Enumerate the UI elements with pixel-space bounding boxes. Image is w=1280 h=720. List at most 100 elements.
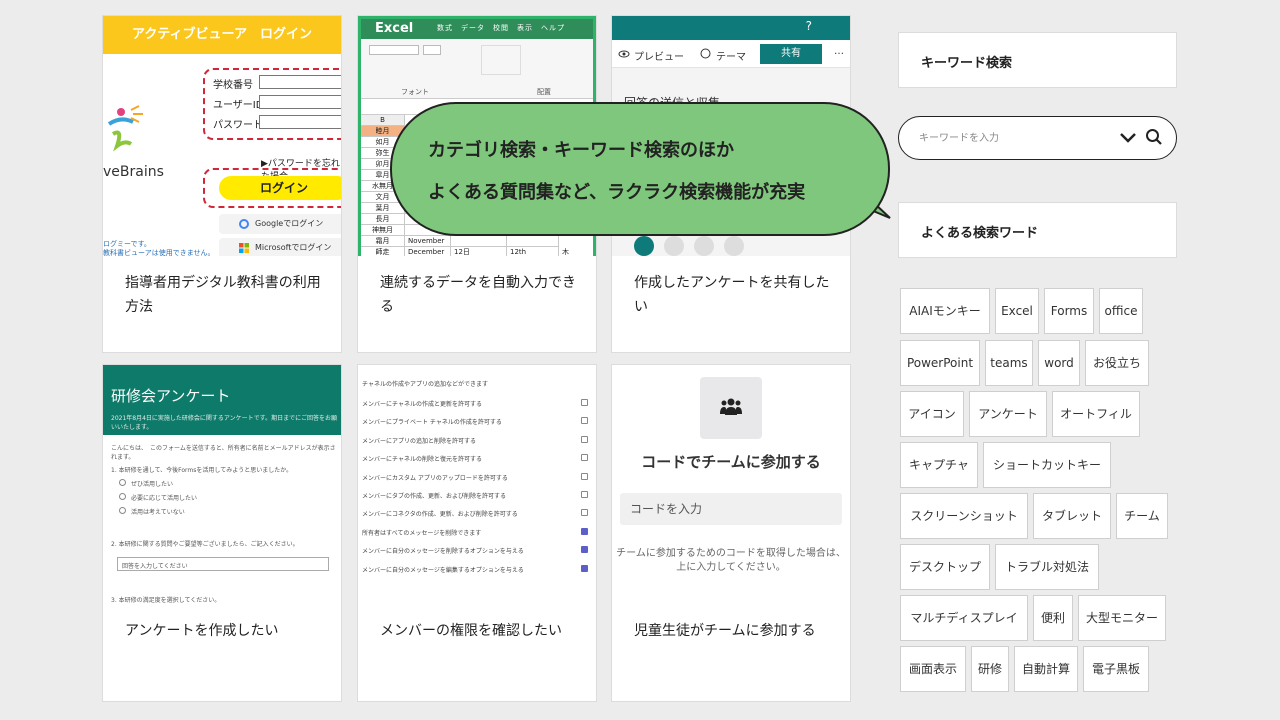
share-option-embed xyxy=(694,236,714,256)
thumbnail-join-team: コードでチームに参加する コードを入力 チームに参加するためのコードを取得した場… xyxy=(612,365,850,605)
tag-desktop[interactable]: デスクトップ xyxy=(900,544,990,590)
forms-titlebar: ? xyxy=(612,16,850,40)
preview-label: プレビュー xyxy=(634,52,684,63)
google-login-label: Googleでログイン xyxy=(255,219,324,228)
permission-checkbox xyxy=(581,472,588,480)
tag-excel[interactable]: Excel xyxy=(995,288,1039,334)
permission-row: メンバーにプライベート チャネルの作成を許可する xyxy=(362,417,592,426)
tag-multi-display[interactable]: マルチディスプレイ xyxy=(900,595,1028,641)
thumbnail-survey-form: 研修会アンケート 2021年8月4日に実施した研修会に関するアンケートです。期日… xyxy=(103,365,341,605)
answer-field: 回答を入力してください xyxy=(117,557,329,571)
permission-checkbox xyxy=(581,546,588,554)
article-card-create-survey[interactable]: 研修会アンケート 2021年8月4日に実施した研修会に関するアンケートです。期日… xyxy=(102,364,342,702)
search-bar xyxy=(898,116,1177,160)
team-code-field: コードを入力 xyxy=(620,493,842,525)
permission-checkbox xyxy=(581,491,588,498)
card-caption: 作成したアンケートを共有したい xyxy=(634,275,830,315)
month-cell: 師走 xyxy=(361,247,405,256)
permission-row: 所有者はすべてのメッセージを削除できます xyxy=(362,527,592,537)
tag-teams[interactable]: teams xyxy=(985,340,1033,386)
search-icon[interactable] xyxy=(1145,128,1163,146)
permission-checkbox xyxy=(581,564,588,572)
excel-tabs: 数式 データ 校閲 表示 ヘルプ xyxy=(437,24,565,32)
callout-line-2: よくある質問集など、ラクラク検索機能が充実 xyxy=(428,182,806,203)
answer-placeholder: 回答を入力してください xyxy=(122,563,188,570)
permission-row: メンバーにアプリの追加と削除を許可する xyxy=(362,435,592,445)
login-form-box: 学校番号 ユーザーID パスワード xyxy=(203,68,341,140)
tag-screen-display[interactable]: 画面表示 xyxy=(900,646,966,692)
article-card-member-permissions[interactable]: チャネルの作成やアプリの追加などができます メンバーにチャネルの作成と更新を許可… xyxy=(357,364,597,702)
permission-checkbox xyxy=(581,527,588,535)
survey-subtitle: 2021年8月4日に実施した研修会に関するアンケートです。期日までにご回答をお願… xyxy=(111,415,337,431)
tag-aiai-monkey[interactable]: AIAIモンキー xyxy=(900,288,990,334)
tag-tablet[interactable]: タブレット xyxy=(1033,493,1111,539)
grid-cell xyxy=(451,236,507,247)
radio-option xyxy=(119,493,126,500)
theme-label: テーマ xyxy=(716,52,746,63)
permission-label: メンバーに自分のメッセージを編集するオプションを与える xyxy=(362,566,524,574)
search-input[interactable] xyxy=(919,129,1109,147)
permission-label: メンバーにアプリの追加と削除を許可する xyxy=(362,437,477,445)
month-cell: 神無月 xyxy=(361,225,405,236)
survey-title: 研修会アンケート xyxy=(111,387,231,405)
login-button-box: ログイン xyxy=(203,168,341,208)
tag-auto-calc[interactable]: 自動計算 xyxy=(1014,646,1078,692)
permission-checkbox xyxy=(581,399,588,406)
callout-line-1: カテゴリ検索・キーワード検索のほか xyxy=(428,140,734,161)
font-group-label: フォント xyxy=(401,88,429,96)
tag-convenient[interactable]: 便利 xyxy=(1033,595,1073,641)
tag-forms[interactable]: Forms xyxy=(1044,288,1094,334)
permission-row: メンバーにタブの作成、更新、および削除を許可する xyxy=(362,491,592,500)
tag-team[interactable]: チーム xyxy=(1116,493,1168,539)
article-card-join-team[interactable]: コードでチームに参加する コードを入力 チームに参加するためのコードを取得した場… xyxy=(611,364,851,702)
faq-words-title: よくある検索ワード xyxy=(921,226,1039,241)
permission-checkbox xyxy=(581,509,588,517)
permission-label: メンバーに自分のメッセージを削除するオプションを与える xyxy=(362,548,524,556)
tag-autofill[interactable]: オートフィル xyxy=(1052,391,1140,437)
excel-app-name: Excel xyxy=(375,21,414,36)
survey-intro: こんにちは、 このフォームを送信すると、所有者に名前とメールアドレスが表示されま… xyxy=(111,445,336,461)
tag-large-monitor[interactable]: 大型モニター xyxy=(1078,595,1166,641)
tag-shortcut-keys[interactable]: ショートカットキー xyxy=(983,442,1111,488)
tag-icon[interactable]: アイコン xyxy=(900,391,964,437)
tag-survey[interactable]: アンケート xyxy=(969,391,1047,437)
user-id-field xyxy=(259,95,341,109)
help-icon: ? xyxy=(805,19,812,33)
grid-cell: 木 xyxy=(559,247,596,256)
faq-words-widget: よくある検索ワード xyxy=(898,202,1177,258)
radio-option xyxy=(119,479,126,486)
tag-office[interactable]: office xyxy=(1099,288,1143,334)
grid-cell xyxy=(507,236,559,247)
tag-word[interactable]: word xyxy=(1038,340,1080,386)
microsoft-login-button: Microsoftでログイン xyxy=(219,238,341,256)
chevron-down-icon[interactable] xyxy=(1119,130,1137,146)
permission-label: メンバーにタブの作成、更新、および削除を許可する xyxy=(362,493,507,500)
tag-training[interactable]: 研修 xyxy=(971,646,1009,692)
permission-label: メンバーにチャネルの作成と更新を許可する xyxy=(362,401,482,408)
grid-cell: 12th xyxy=(507,247,559,256)
join-team-title: コードでチームに参加する xyxy=(641,453,821,471)
tag-capture[interactable]: キャプチャ xyxy=(900,442,978,488)
option-label: 必要に応じて活用したい xyxy=(131,495,198,502)
tag-troubleshooting[interactable]: トラブル対処法 xyxy=(995,544,1099,590)
article-card-digital-textbook[interactable]: アクティブビューア ログイン veBrains 学校番号 ユーザーID パスワー… xyxy=(102,15,342,353)
grid-cell: December xyxy=(405,247,451,256)
login-note: ログミーです。 教科書ビューアは使用できません。 xyxy=(103,240,215,256)
login-button: ログイン xyxy=(219,176,341,200)
brand-logo-icon xyxy=(107,105,143,152)
join-team-help: チームに参加するためのコードを取得した場合は、 上に入力してください。 xyxy=(616,548,846,573)
permission-label: メンバーにコネクタの作成、更新、および削除を許可する xyxy=(362,511,518,519)
tag-powerpoint[interactable]: PowerPoint xyxy=(900,340,980,386)
share-button: 共有 xyxy=(760,44,822,64)
grid-cell: November xyxy=(405,236,451,247)
tag-screenshot[interactable]: スクリーンショット xyxy=(900,493,1028,539)
password-label: パスワード xyxy=(213,120,263,131)
tag-useful-tips[interactable]: お役立ち xyxy=(1085,340,1149,386)
permission-checkbox xyxy=(581,417,588,425)
tag-e-blackboard[interactable]: 電子黒板 xyxy=(1083,646,1149,692)
share-options xyxy=(634,236,754,256)
permission-row: メンバーにチャネルの作成と更新を許可する xyxy=(362,399,592,408)
month-cell: 霜月 xyxy=(361,236,405,247)
login-header: アクティブビューア ログイン xyxy=(103,16,341,54)
column-header-b: B xyxy=(361,115,405,126)
